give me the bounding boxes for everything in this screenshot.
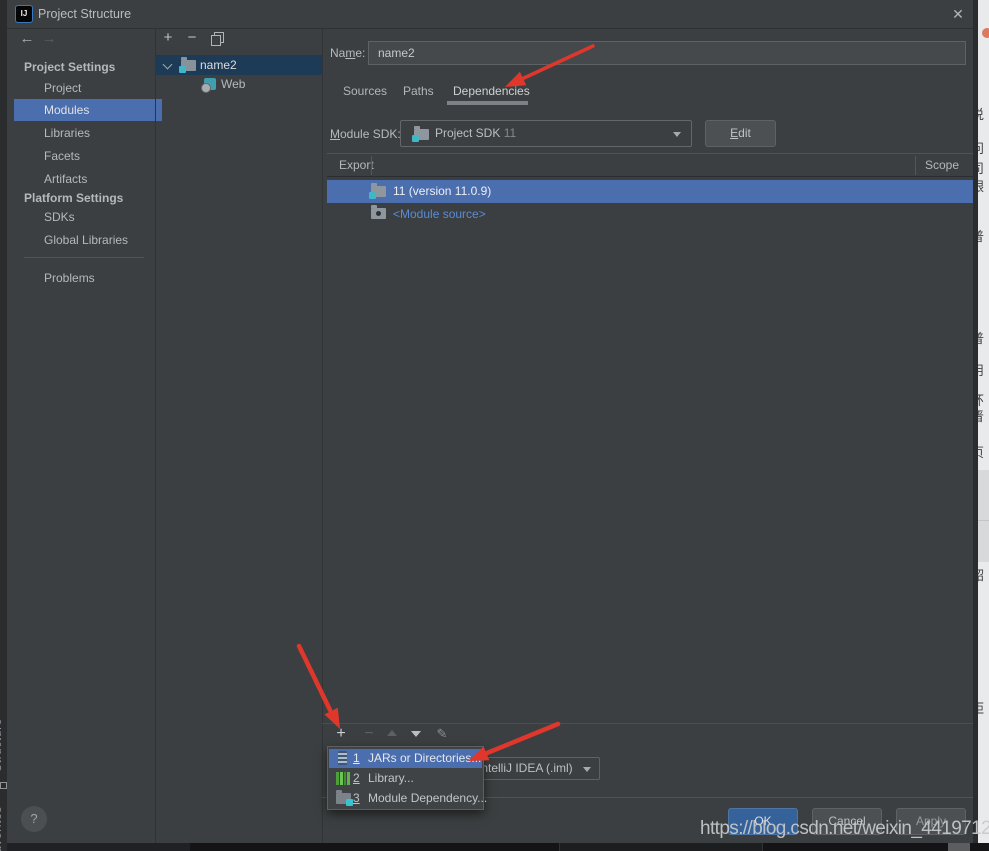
add-dependency-popup: 1 JARs or Directories... 2 Library... 3 … xyxy=(327,746,484,810)
bottom-bar-segment xyxy=(948,843,970,851)
background-text-fragment: 页 xyxy=(978,442,984,461)
background-text-fragment: 普 xyxy=(978,226,984,245)
background-text-fragment: 晋 xyxy=(978,406,984,425)
remove-dependency-icon[interactable]: − xyxy=(361,726,377,742)
combobox-arrow-icon[interactable] xyxy=(583,767,591,772)
sidebar-divider xyxy=(24,257,144,258)
background-text-fragment: 司 xyxy=(978,158,984,177)
sidebar-item-facets[interactable]: Facets xyxy=(14,145,162,167)
sidebar-item-sdks[interactable]: SDKs xyxy=(14,206,162,228)
background-text-fragment: 距 xyxy=(978,698,984,717)
background-gray-block xyxy=(978,470,989,562)
ide-bottom-bar xyxy=(7,843,989,851)
dependency-row-sdk[interactable]: 11 (version 11.0.9) xyxy=(327,180,974,203)
sidebar-item-artifacts[interactable]: Artifacts xyxy=(14,168,162,190)
dependencies-table-header: Export Scope xyxy=(327,153,974,177)
watermark-text: https://blog.csdn.net/weixin_44197120 xyxy=(700,818,989,840)
tree-row-name2[interactable]: name2 xyxy=(155,56,322,75)
dialog-edge xyxy=(973,0,978,843)
background-page-strip: 说 问 司 跟 普 普 用 环 晋 页 韶 距 xyxy=(978,0,989,843)
background-text-fragment: 用 xyxy=(978,360,984,379)
background-text-fragment: 跟 xyxy=(978,176,984,195)
tree-row-web[interactable]: Web xyxy=(155,75,322,94)
sidebar-item-global-libraries[interactable]: Global Libraries xyxy=(14,229,162,251)
project-structure-dialog: IJ Project Structure ✕ ← → Project Setti… xyxy=(7,0,978,843)
web-facet-icon xyxy=(204,78,216,90)
background-red-dot xyxy=(982,28,989,38)
section-header-project-settings: Project Settings xyxy=(24,60,115,74)
tree-separator xyxy=(322,28,323,843)
module-source-folder-icon xyxy=(371,208,386,219)
table-toolbar-divider xyxy=(322,723,974,724)
dialog-titlebar[interactable]: IJ Project Structure ✕ xyxy=(7,0,978,29)
structure-icon xyxy=(0,782,7,789)
screenshot-root: 说 问 司 跟 普 普 用 环 晋 页 韶 距 Structure Favori… xyxy=(0,0,989,851)
popup-item-library[interactable]: 2 Library... xyxy=(329,769,482,788)
dependency-label: 11 (version 11.0.9) xyxy=(393,180,491,203)
toolwindow-button-structure[interactable]: Structure xyxy=(0,718,4,772)
tab-paths[interactable]: Paths xyxy=(403,84,434,98)
edit-sdk-button[interactable]: Edit xyxy=(705,120,776,147)
sidebar-item-libraries[interactable]: Libraries xyxy=(14,122,162,144)
module-sdk-label: Module SDK: xyxy=(330,127,401,141)
sidebar-item-project[interactable]: Project xyxy=(14,77,162,99)
move-down-icon[interactable] xyxy=(411,731,421,737)
tree-node-label: name2 xyxy=(200,56,237,75)
copy-module-icon[interactable] xyxy=(211,32,224,46)
library-icon xyxy=(336,772,350,785)
add-dependency-icon[interactable]: + xyxy=(333,726,349,742)
background-text-fragment: 普 xyxy=(978,328,984,347)
move-up-icon[interactable] xyxy=(387,730,397,736)
name-label: Name: xyxy=(330,46,365,60)
module-dependency-icon xyxy=(336,793,351,804)
sdk-folder-icon xyxy=(414,129,429,140)
background-text-fragment: 韶 xyxy=(978,565,984,584)
jar-icon xyxy=(338,751,347,765)
background-text-fragment: 问 xyxy=(978,138,984,157)
remove-module-icon[interactable]: − xyxy=(184,30,200,46)
module-name-input[interactable] xyxy=(368,41,966,65)
tree-toolbar: + − xyxy=(155,28,322,56)
dialog-title: Project Structure xyxy=(38,7,131,21)
background-line xyxy=(978,520,989,521)
module-folder-icon xyxy=(181,60,196,71)
ide-toolwindow-bar: Structure Favorites xyxy=(0,0,7,851)
dependency-label: <Module source> xyxy=(393,203,486,225)
forward-icon[interactable]: → xyxy=(41,31,57,47)
help-button[interactable]: ? xyxy=(21,806,47,832)
module-sdk-combobox[interactable]: Project SDK 11 xyxy=(400,120,692,147)
back-icon[interactable]: ← xyxy=(19,31,35,47)
combobox-arrow-icon[interactable] xyxy=(673,132,681,137)
chevron-down-icon[interactable] xyxy=(163,60,173,70)
bottom-bar-segment xyxy=(7,843,190,851)
add-module-icon[interactable]: + xyxy=(160,30,176,46)
toolwindow-button-favorites[interactable]: Favorites xyxy=(0,806,4,851)
selected-tab-underline xyxy=(447,101,528,105)
sdk-folder-icon xyxy=(371,186,386,197)
sidebar-item-modules[interactable]: Modules xyxy=(14,99,162,121)
storage-format-value: IntelliJ IDEA (.iml) xyxy=(478,758,573,779)
sidebar-item-problems[interactable]: Problems xyxy=(14,267,162,289)
dependency-row-module-source[interactable]: <Module source> xyxy=(327,203,974,225)
close-icon[interactable]: ✕ xyxy=(948,4,968,24)
tab-sources[interactable]: Sources xyxy=(343,84,387,98)
column-divider[interactable] xyxy=(915,156,916,175)
column-divider[interactable] xyxy=(371,156,372,175)
tab-dependencies[interactable]: Dependencies xyxy=(453,84,530,98)
sdk-value: Project SDK 11 xyxy=(435,121,516,146)
background-text-fragment: 说 xyxy=(978,104,984,123)
sidebar-separator xyxy=(155,28,156,843)
edit-dependency-icon[interactable]: ✎ xyxy=(434,726,450,742)
bottom-bar-segment xyxy=(559,843,763,851)
popup-item-jars-or-directories[interactable]: 1 JARs or Directories... xyxy=(329,749,482,768)
column-header-export[interactable]: Export xyxy=(339,154,374,176)
intellij-logo-icon: IJ xyxy=(15,5,33,23)
tree-node-label: Web xyxy=(221,75,245,94)
section-header-platform-settings: Platform Settings xyxy=(24,191,123,205)
column-header-scope[interactable]: Scope xyxy=(925,154,959,176)
popup-item-module-dependency[interactable]: 3 Module Dependency... xyxy=(329,789,482,808)
